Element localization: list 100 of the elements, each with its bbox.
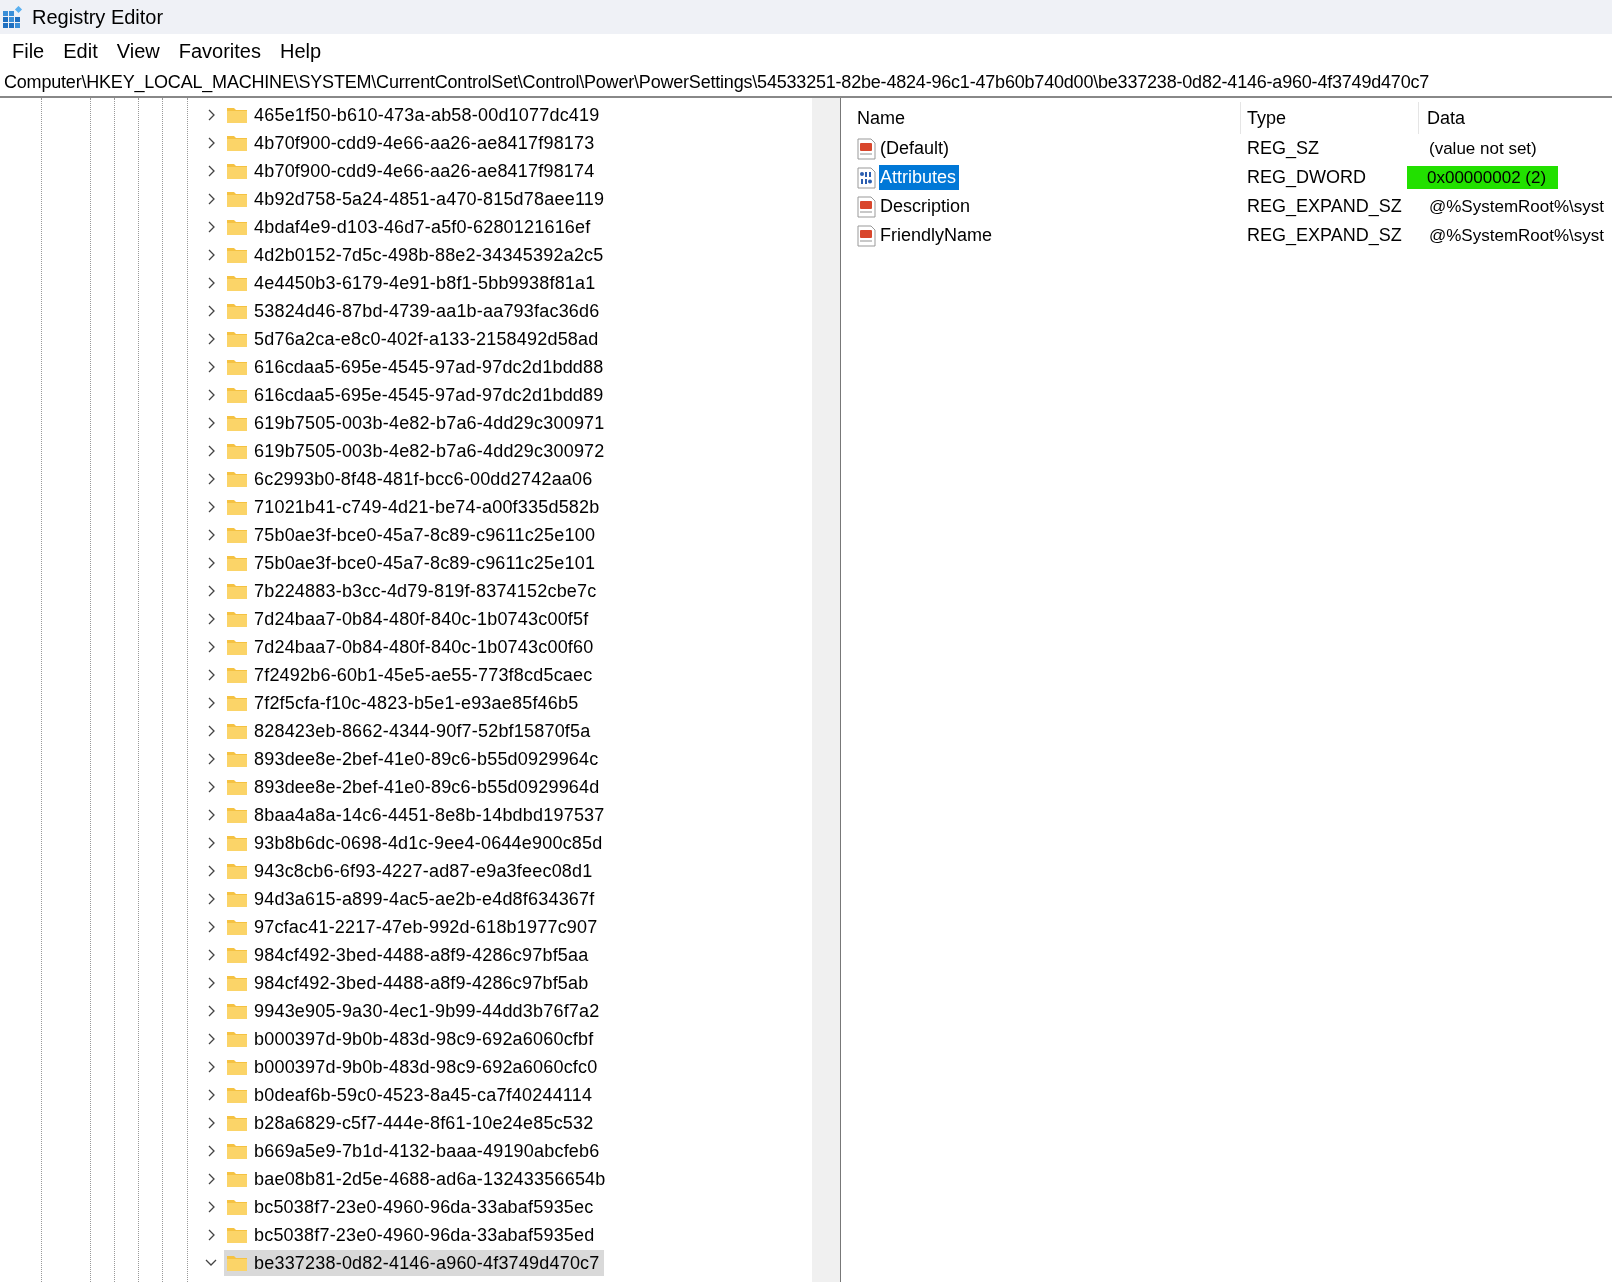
value-name[interactable]: Attributes [879,165,960,190]
folder-icon [226,750,248,768]
tree-item[interactable]: 4e4450b3-6179-4e91-b8f1-5bb9938f81a1 [224,270,600,296]
folder-icon [226,610,248,628]
tree-item[interactable]: bae08b81-2d5e-4688-ad6a-13243356654b [224,1166,610,1192]
value-type: REG_EXPAND_SZ [1246,196,1403,217]
tree-item[interactable]: 8baa4a8a-14c6-4451-8e8b-14bdbd197537 [224,802,609,828]
folder-icon [226,1198,248,1216]
folder-icon [226,806,248,824]
tree-item[interactable]: 7d24baa7-0b84-480f-840c-1b0743c00f5f [224,606,593,632]
folder-icon [226,1170,248,1188]
tree-item[interactable]: 616cdaa5-695e-4545-97ad-97dc2d1bdd88 [224,354,608,380]
tree-item[interactable]: 619b7505-003b-4e82-b7a6-4dd29c300971 [224,410,609,436]
tree-item[interactable]: 75b0ae3f-bce0-45a7-8c89-c9611c25e101 [224,550,600,576]
string-value-icon [855,224,877,247]
folder-icon [226,862,248,880]
folder-icon [226,1058,248,1076]
tree-item[interactable]: 616cdaa5-695e-4545-97ad-97dc2d1bdd89 [224,382,608,408]
folder-icon [226,302,248,320]
window-title: Registry Editor [32,5,164,29]
folder-icon [226,1002,248,1020]
tree-item[interactable]: b000397d-9b0b-483d-98c9-692a6060cfbf [224,1026,598,1052]
folder-icon [226,330,248,348]
tree-item[interactable]: 7f2492b6-60b1-45e5-ae55-773f8cd5caec [224,662,597,688]
tree-item[interactable]: 7d24baa7-0b84-480f-840c-1b0743c00f60 [224,634,598,660]
folder-icon [226,106,248,124]
binary-value-icon [855,166,877,189]
tree-item[interactable]: bc5038f7-23e0-4960-96da-33abaf5935ec [224,1194,598,1220]
column-header[interactable]: Name [855,102,1241,134]
tree-item[interactable]: 75b0ae3f-bce0-45a7-8c89-c9611c25e100 [224,522,600,548]
tree-item[interactable]: 71021b41-c749-4d21-be74-a00f335d582b [224,494,604,520]
folder-icon [226,666,248,684]
address-bar[interactable]: Computer\HKEY_LOCAL_MACHINE\SYSTEM\CurrentControlSet\Control\Power\PowerSettings\54533251-82be-4824-96c1-47b60b740d00\be337238-0d82-4146-a960-4f3749d470c7 [0,68,1612,98]
value-type: REG_EXPAND_SZ [1246,225,1403,246]
tree-item[interactable]: b669a5e9-7b1d-4132-baaa-49190abcfeb6 [224,1138,604,1164]
tree-item[interactable]: 4b70f900-cdd9-4e66-aa26-ae8417f98173 [224,130,599,156]
folder-icon [226,722,248,740]
registry-cubes-icon [2,6,24,28]
folder-icon [226,1254,248,1272]
tree-item[interactable]: 9943e905-9a30-4ec1-9b99-44dd3b76f7a2 [224,998,604,1024]
tree-item[interactable]: 97cfac41-2217-47eb-992d-618b1977c907 [224,914,602,940]
menu-item[interactable]: View [108,39,171,63]
menu-item[interactable]: File [4,39,56,63]
tree-item[interactable]: 93b8b6dc-0698-4d1c-9ee4-0644e900c85d [224,830,607,856]
tree-item[interactable]: 6c2993b0-8f48-481f-bcc6-00dd2742aa06 [224,466,597,492]
column-header[interactable]: Type [1241,102,1419,134]
string-value-icon [855,195,877,218]
tree-item[interactable]: b0deaf6b-59c0-4523-8a45-ca7f40244114 [224,1082,597,1108]
tree-item[interactable]: 4bdaf4e9-d103-46d7-a5f0-6280121616ef [224,214,595,240]
folder-icon [226,386,248,404]
tree-item[interactable]: bc5038f7-23e0-4960-96da-33abaf5935ed [224,1222,599,1248]
tree-item[interactable]: 7b224883-b3cc-4d79-819f-8374152cbe7c [224,578,601,604]
folder-icon [226,190,248,208]
folder-icon [226,834,248,852]
tree-item[interactable]: be337238-0d82-4146-a960-4f3749d470c7 [224,1250,604,1276]
folder-icon [226,246,248,264]
column-header[interactable]: Data [1419,102,1612,134]
folder-icon [226,470,248,488]
tree-item[interactable]: 5d76a2ca-e8c0-402f-a133-2158492d58ad [224,326,603,352]
folder-icon [226,1086,248,1104]
folder-icon [226,554,248,572]
tree-item[interactable]: 893dee8e-2bef-41e0-89c6-b55d0929964c [224,746,603,772]
tree-item[interactable]: 465e1f50-b610-473a-ab58-00d1077dc419 [224,102,604,128]
tree-item[interactable]: 984cf492-3bed-4488-a8f9-4286c97bf5ab [224,970,593,996]
tree-item[interactable]: 893dee8e-2bef-41e0-89c6-b55d0929964d [224,774,604,800]
tree-item[interactable]: 4b92d758-5a24-4851-a470-815d78aee119 [224,186,609,212]
folder-icon [226,918,248,936]
folder-icon [226,638,248,656]
menu-item[interactable]: Favorites [170,39,272,63]
folder-icon [226,1226,248,1244]
folder-icon [226,1142,248,1160]
folder-icon [226,1114,248,1132]
folder-icon [226,414,248,432]
tree-item[interactable]: b28a6829-c5f7-444e-8f61-10e24e85c532 [224,1110,598,1136]
folder-icon [226,694,248,712]
folder-icon [226,526,248,544]
tree-item[interactable]: 94d3a615-a899-4ac5-ae2b-e4d8f634367f [224,886,599,912]
value-data: @%SystemRoot%\syst [1428,196,1606,218]
folder-icon [226,218,248,236]
value-name[interactable]: (Default) [879,136,953,161]
folder-icon [226,498,248,516]
value-data: (value not set) [1428,138,1538,160]
menu-item[interactable]: Edit [55,39,109,63]
string-value-icon [855,137,877,160]
tree-item[interactable]: 53824d46-87bd-4739-aa1b-aa793fac36d6 [224,298,604,324]
folder-icon [226,946,248,964]
folder-icon [226,358,248,376]
tree-item[interactable]: 619b7505-003b-4e82-b7a6-4dd29c300972 [224,438,609,464]
folder-icon [226,890,248,908]
value-name[interactable]: FriendlyName [879,223,996,248]
tree-item[interactable]: 828423eb-8662-4344-90f7-52bf15870f5a [224,718,595,744]
tree-item[interactable]: b000397d-9b0b-483d-98c9-692a6060cfc0 [224,1054,602,1080]
scrollbar-track[interactable] [812,98,841,1282]
value-name[interactable]: Description [879,194,974,219]
tree-item[interactable]: 7f2f5cfa-f10c-4823-b5e1-e93ae85f46b5 [224,690,583,716]
tree-item[interactable]: 4b70f900-cdd9-4e66-aa26-ae8417f98174 [224,158,599,184]
tree-item[interactable]: 943c8cb6-6f93-4227-ad87-e9a3feec08d1 [224,858,597,884]
tree-item[interactable]: 4d2b0152-7d5c-498b-88e2-34345392a2c5 [224,242,608,268]
menu-item[interactable]: Help [271,39,333,63]
tree-item[interactable]: 984cf492-3bed-4488-a8f9-4286c97bf5aa [224,942,593,968]
